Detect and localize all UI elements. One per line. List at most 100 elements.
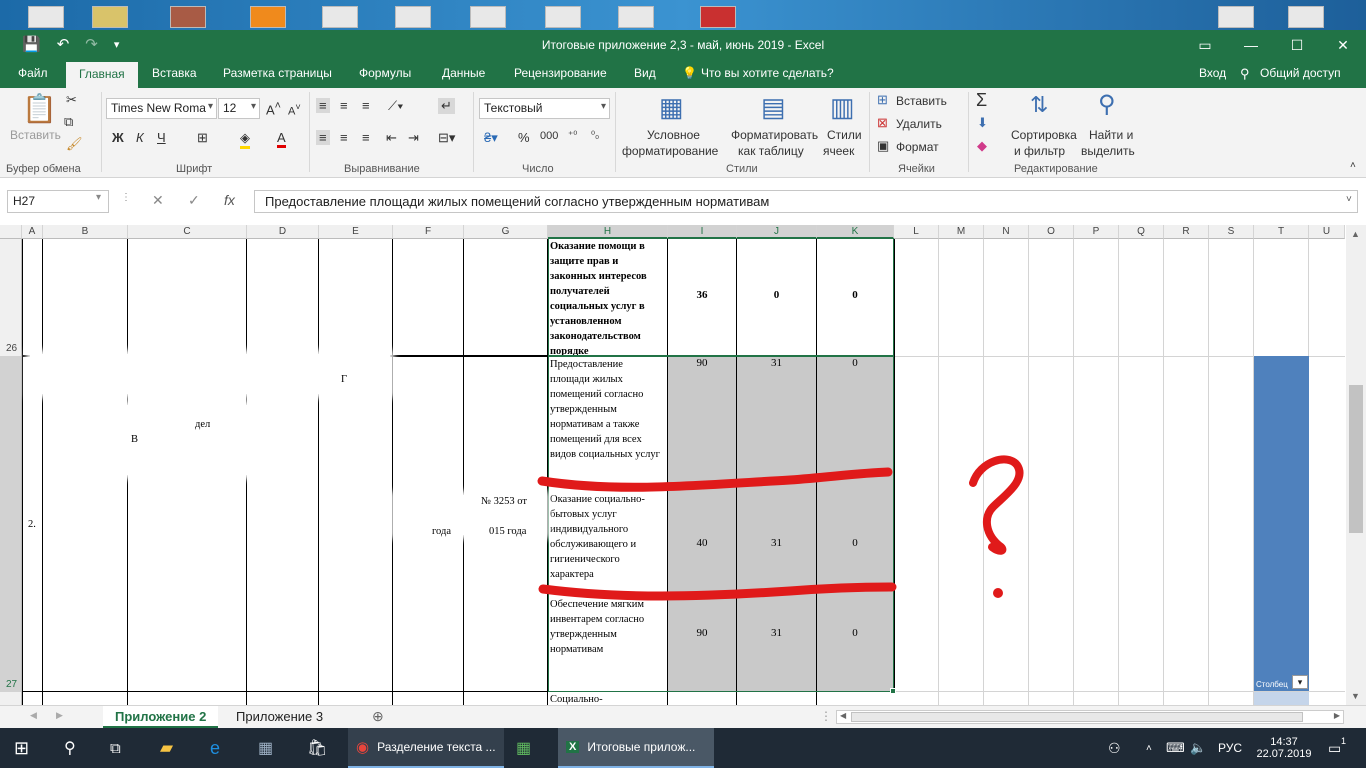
share-button[interactable]: Общий доступ	[1260, 66, 1341, 80]
sheet-tab-prilozhenie-2[interactable]: Приложение 2	[103, 706, 219, 728]
insert-cells-button[interactable]: Вставить	[896, 94, 947, 108]
increase-indent-icon[interactable]: ⇥	[408, 130, 419, 146]
scroll-up-icon[interactable]: ▲	[1351, 229, 1360, 239]
cell-styles-label-2[interactable]: ячеек	[823, 144, 854, 158]
desktop-icon[interactable]	[470, 6, 506, 28]
expand-formula-icon[interactable]: ˅	[1346, 194, 1352, 205]
scrollbar-thumb[interactable]	[1349, 385, 1363, 533]
format-as-table-icon[interactable]: ▤	[761, 92, 786, 123]
language-indicator[interactable]: РУС	[1218, 728, 1242, 768]
decrease-decimal-icon[interactable]: ⁰₀	[591, 130, 599, 141]
increase-font-icon[interactable]: A˄	[266, 100, 281, 117]
network-icon[interactable]: ⌨	[1166, 728, 1185, 768]
tab-insert[interactable]: Вставка	[152, 66, 197, 80]
scroll-tabs-left-icon[interactable]: ◀	[30, 710, 37, 721]
align-middle-icon[interactable]: ≡	[340, 98, 348, 113]
spreadsheet-app-icon[interactable]: ▦	[516, 728, 531, 768]
cell-styles-label-1[interactable]: Стили	[827, 128, 862, 142]
desktop-icon[interactable]	[1218, 6, 1254, 28]
tab-review[interactable]: Рецензирование	[514, 66, 607, 80]
edge-icon[interactable]: e	[210, 728, 220, 768]
sign-in-link[interactable]: Вход	[1199, 66, 1226, 80]
find-select-label-1[interactable]: Найти и	[1089, 128, 1133, 142]
delete-cells-button[interactable]: Удалить	[896, 117, 942, 131]
scroll-down-icon[interactable]: ▼	[1351, 691, 1360, 701]
underline-button[interactable]: Ч	[157, 130, 166, 145]
italic-button[interactable]: К	[136, 130, 144, 145]
maximize-button[interactable]: ☐	[1274, 30, 1320, 60]
desktop-icon[interactable]	[28, 6, 64, 28]
tray-expand-icon[interactable]: ˄	[1146, 728, 1152, 768]
desktop-icon[interactable]	[1288, 6, 1324, 28]
clock[interactable]: 14:37 22.07.2019	[1256, 728, 1312, 768]
number-format-select[interactable]: Текстовый	[479, 98, 610, 119]
decrease-indent-icon[interactable]: ⇤	[386, 130, 397, 146]
ribbon-display-icon[interactable]: ▭	[1182, 30, 1228, 60]
delete-cells-icon[interactable]: ⊠	[877, 115, 888, 131]
tab-data[interactable]: Данные	[442, 66, 485, 80]
scroll-right-icon[interactable]: ▶	[1334, 711, 1340, 720]
desktop-icon[interactable]	[92, 6, 128, 28]
format-cells-button[interactable]: Формат	[896, 140, 939, 154]
format-painter-icon[interactable]: 🖌	[66, 136, 83, 152]
new-sheet-icon[interactable]: ⊕	[372, 708, 384, 725]
minimize-button[interactable]: —	[1228, 30, 1274, 60]
close-button[interactable]: ✕	[1320, 30, 1366, 60]
tab-file[interactable]: Файл	[18, 66, 48, 80]
font-name-select[interactable]: Times New Roma	[106, 98, 217, 119]
insert-cells-icon[interactable]: ⊞	[877, 92, 888, 108]
paste-icon[interactable]: 📋	[22, 92, 57, 125]
font-size-select[interactable]: 12	[218, 98, 260, 119]
fill-color-icon[interactable]: ◈	[240, 130, 250, 149]
conditional-format-icon[interactable]: ▦	[659, 92, 684, 123]
taskbar-chrome-window[interactable]: ◉ Разделение текста ...	[348, 728, 504, 768]
notification-icon[interactable]: ▭	[1328, 728, 1341, 768]
fill-icon[interactable]: ⬇	[977, 115, 988, 131]
currency-icon[interactable]: ₴▾	[484, 130, 498, 146]
formula-bar-splitter-icon[interactable]: ⋮	[121, 192, 131, 203]
increase-decimal-icon[interactable]: ⁺⁰	[568, 130, 577, 141]
tab-formulas[interactable]: Формулы	[359, 66, 411, 80]
people-icon[interactable]: ⚇	[1108, 728, 1121, 768]
find-select-icon[interactable]: ⚲	[1098, 90, 1116, 119]
align-center-icon[interactable]: ≡	[340, 130, 348, 145]
align-right-icon[interactable]: ≡	[362, 130, 370, 145]
paste-button[interactable]: Вставить	[10, 128, 61, 142]
confirm-entry-icon[interactable]: ✓	[188, 192, 200, 209]
horizontal-scrollbar[interactable]: ◀ ▶	[836, 710, 1344, 724]
search-icon[interactable]: ⚲	[64, 728, 76, 768]
volume-icon[interactable]: 🔈	[1190, 728, 1206, 768]
calculator-icon[interactable]: ▦	[258, 728, 273, 768]
insert-function-icon[interactable]: fx	[224, 192, 235, 208]
task-view-icon[interactable]: ⧉	[110, 728, 121, 768]
desktop-icon[interactable]	[545, 6, 581, 28]
tell-me-search[interactable]: Что вы хотите сделать?	[701, 66, 834, 80]
align-top-icon[interactable]: ≡	[316, 98, 330, 113]
collapse-ribbon-icon[interactable]: ˄	[1350, 160, 1356, 171]
orientation-icon[interactable]: ⟋▾	[388, 98, 403, 114]
tab-view[interactable]: Вид	[634, 66, 656, 80]
format-as-table-label-1[interactable]: Форматировать	[731, 128, 818, 142]
name-box-dropdown-icon[interactable]: ▾	[96, 192, 101, 203]
tab-splitter-icon[interactable]: ⋮	[820, 709, 832, 723]
desktop-icon[interactable]	[322, 6, 358, 28]
taskbar-excel-window[interactable]: X Итоговые прилож...	[558, 728, 714, 768]
align-left-icon[interactable]: ≡	[316, 130, 330, 145]
desktop-icon[interactable]	[250, 6, 286, 28]
thousands-icon[interactable]: 000	[540, 130, 558, 142]
copy-icon[interactable]: ⧉	[64, 114, 73, 130]
name-box[interactable]: H27	[7, 190, 109, 213]
bold-button[interactable]: Ж	[112, 130, 124, 145]
conditional-format-label-1[interactable]: Условное	[647, 128, 700, 142]
borders-icon[interactable]: ⊞	[197, 130, 208, 146]
scroll-left-icon[interactable]: ◀	[840, 711, 846, 720]
desktop-icon[interactable]	[395, 6, 431, 28]
store-icon[interactable]: 🛍	[307, 728, 327, 768]
sort-filter-label-2[interactable]: и фильтр	[1014, 144, 1065, 158]
desktop-icon[interactable]	[170, 6, 206, 28]
windows-start-icon[interactable]: ⊞	[14, 728, 29, 768]
file-explorer-icon[interactable]: ▰	[160, 728, 173, 768]
horizontal-scroll-thumb[interactable]	[851, 712, 1303, 722]
sort-filter-label-1[interactable]: Сортировка	[1011, 128, 1077, 142]
decrease-font-icon[interactable]: A˅	[288, 102, 301, 118]
